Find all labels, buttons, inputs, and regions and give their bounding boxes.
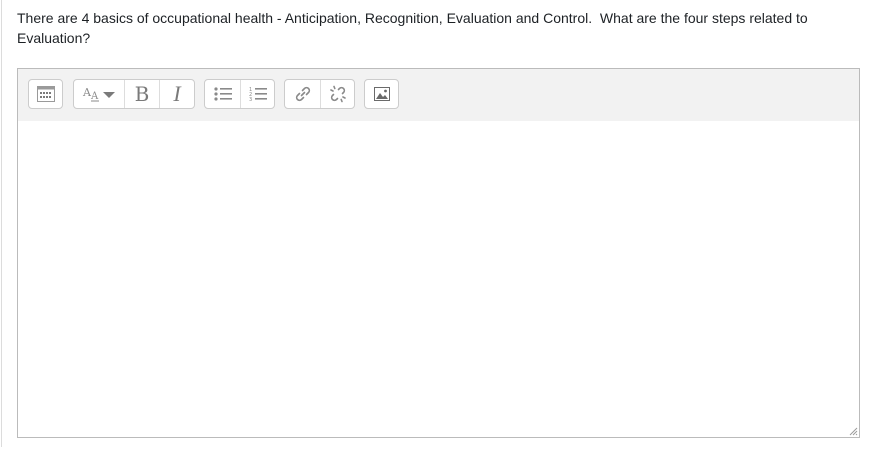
toolbar-group-links — [284, 79, 355, 109]
question-text: There are 4 basics of occupational healt… — [17, 10, 812, 46]
ordered-list-icon: 1 2 3 — [249, 87, 267, 102]
question-container: There are 4 basics of occupational healt… — [1, 0, 870, 447]
editor-toolbar: A A B I 1 2 3 — [18, 69, 859, 122]
ordered-list-button[interactable]: 1 2 3 — [240, 80, 274, 108]
link-icon — [295, 86, 310, 102]
toolbar-group-more — [28, 79, 63, 109]
svg-text:A: A — [90, 91, 99, 102]
image-icon — [373, 87, 390, 101]
toolbar-toggle-icon — [36, 86, 55, 102]
bold-button[interactable]: B — [124, 80, 159, 108]
insert-image-button[interactable] — [365, 80, 398, 108]
unlink-button[interactable] — [320, 80, 354, 108]
toolbar-group-list: 1 2 3 — [204, 79, 275, 109]
link-button[interactable] — [285, 80, 320, 108]
svg-text:3: 3 — [249, 97, 252, 102]
editor-content-area[interactable] — [18, 121, 859, 437]
toolbar-toggle-button[interactable] — [29, 80, 62, 108]
bold-icon: B — [134, 82, 150, 106]
resize-handle-icon[interactable] — [848, 426, 858, 436]
unordered-list-button[interactable] — [205, 80, 240, 108]
paragraph-styles-button[interactable]: A A — [74, 80, 124, 108]
unordered-list-icon — [213, 87, 232, 101]
rich-text-editor: A A B I 1 2 3 — [17, 68, 860, 438]
toolbar-group-style: A A B I — [73, 79, 195, 109]
unlink-icon — [329, 85, 346, 103]
toolbar-group-files — [364, 79, 399, 109]
italic-button[interactable]: I — [159, 80, 194, 108]
paragraph-styles-icon: A A — [82, 86, 115, 102]
italic-icon: I — [173, 81, 181, 106]
